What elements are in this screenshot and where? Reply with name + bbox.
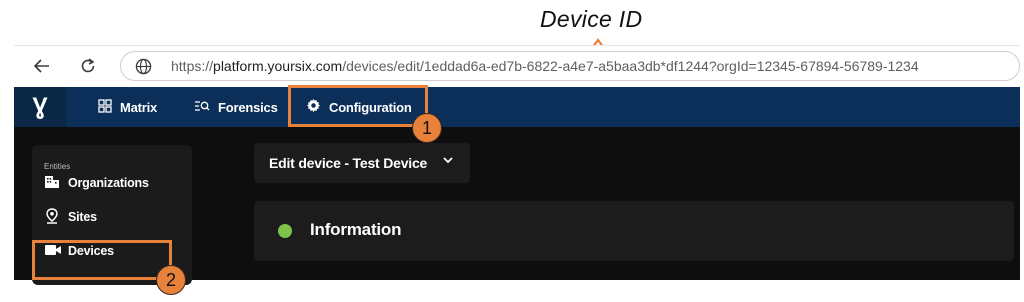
nav-matrix-label: Matrix [120,99,158,115]
device-selector-label: Edit device - Test Device [269,155,428,171]
back-icon[interactable] [28,52,56,80]
information-panel[interactable]: Information [254,201,1014,261]
url-text: https://platform.yoursix.com/devices/edi… [171,58,919,74]
sidebar-item-sites-label: Sites [68,210,97,224]
step-badge-1: 1 [412,113,442,143]
information-panel-title: Information [310,220,402,239]
url-host: platform.yoursix.com [213,58,343,74]
location-pin-icon [44,207,60,227]
nav-forensics-label: Forensics [218,99,278,115]
status-indicator [278,224,292,238]
globe-icon [135,58,152,75]
search-list-icon [194,99,210,116]
chevron-down-icon [442,154,454,169]
address-bar[interactable]: https://platform.yoursix.com/devices/edi… [120,51,1020,81]
sidebar-section-label: Entities [44,162,71,171]
sidebar-item-organizations-label: Organizations [68,176,149,190]
highlight-devices [32,240,172,280]
url-path: /devices/edit/1eddad6a-ed7b-6822-a4e7-a5… [342,58,919,74]
nav-matrix[interactable]: Matrix [98,87,157,127]
reload-icon[interactable] [74,52,102,80]
step-badge-2: 2 [156,265,186,295]
logo-mark: Ɣ [32,93,48,120]
sidebar-item-sites[interactable]: Sites [44,207,97,227]
annotation-title: Device ID [540,6,643,32]
building-icon [44,175,60,192]
nav-forensics[interactable]: Forensics [194,87,278,127]
sidebar-item-organizations[interactable]: Organizations [44,173,149,193]
app-header: Ɣ Matrix Forensics Configuration [14,87,1020,127]
device-selector-dropdown[interactable]: Edit device - Test Device [254,143,470,183]
browser-toolbar: https://platform.yoursix.com/devices/edi… [14,45,1020,85]
highlight-configuration [288,85,428,127]
app-logo[interactable]: Ɣ [14,87,66,127]
url-prefix: https:// [171,58,214,74]
grid-icon [98,98,112,116]
